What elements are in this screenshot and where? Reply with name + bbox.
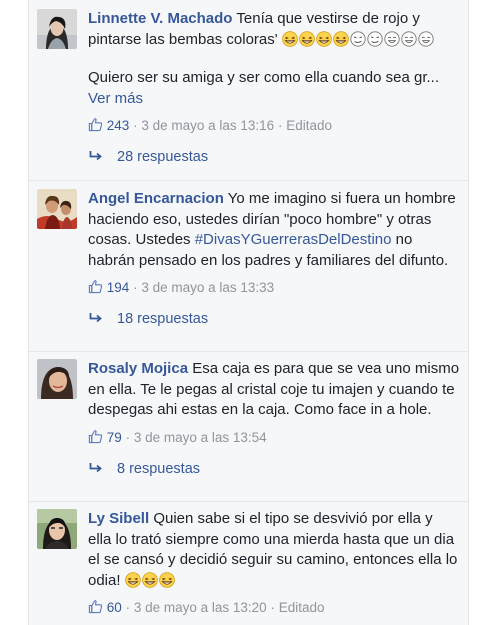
timestamp[interactable]: 3 de mayo a las 13:16 xyxy=(141,118,274,133)
like-count[interactable]: 60 xyxy=(107,600,122,615)
timestamp[interactable]: 3 de mayo a las 13:20 xyxy=(134,600,267,615)
comment-meta: 60 · 3 de mayo a las 13:20 · Editado xyxy=(88,599,460,617)
like-count[interactable]: 79 xyxy=(107,430,122,445)
like-icon[interactable] xyxy=(88,599,103,614)
comment-item: Linnette V. Machado Tenía que vestirse d… xyxy=(37,9,460,169)
comment-text: Ly Sibell Quien sabe si el tipo se desvi… xyxy=(88,509,460,591)
hashtag-link[interactable]: #DivasYGuerrerasDelDestino xyxy=(195,231,392,248)
comment-body: Angel Encarnacion Yo me imagino si fuera… xyxy=(88,189,460,330)
separator: · xyxy=(125,429,131,445)
separator: · xyxy=(133,118,138,133)
like-count[interactable]: 194 xyxy=(107,280,130,295)
author-name[interactable]: Linnette V. Machado xyxy=(88,10,232,27)
replies-count[interactable]: 18 respuestas xyxy=(117,311,208,327)
like-count[interactable]: 243 xyxy=(107,118,130,133)
separator: · xyxy=(133,280,138,295)
avatar[interactable] xyxy=(37,509,77,549)
reply-arrow-icon xyxy=(89,310,103,322)
comment-text-continued: Quiero ser su amiga y ser como ella cuan… xyxy=(88,68,460,109)
author-name[interactable]: Angel Encarnacion xyxy=(88,190,224,207)
comment-body: Rosaly Mojica Esa caja es para que se ve… xyxy=(88,359,460,479)
grinning-squint-icon xyxy=(125,572,141,588)
grinning-squint-icon xyxy=(282,31,298,47)
comment-body: Ly Sibell Quien sabe si el tipo se desvi… xyxy=(88,509,460,617)
grinning-squint-icon xyxy=(142,572,158,588)
laughing-face-icon xyxy=(384,31,400,47)
reply-arrow-icon xyxy=(89,460,103,472)
see-more-link[interactable]: Ver más xyxy=(88,90,143,107)
replies-count[interactable]: 28 respuestas xyxy=(117,149,208,165)
grinning-squint-icon xyxy=(333,31,349,47)
comment-body: Linnette V. Machado Tenía que vestirse d… xyxy=(88,9,460,168)
grinning-squint-icon xyxy=(316,31,332,47)
comment-text: Angel Encarnacion Yo me imagino si fuera… xyxy=(88,189,460,271)
divider xyxy=(29,351,468,352)
view-replies-link[interactable]: 28 respuestas xyxy=(88,147,460,168)
view-replies-link[interactable]: 18 respuestas xyxy=(88,309,460,330)
separator: · xyxy=(270,600,275,615)
divider xyxy=(29,501,468,502)
comment-meta: 243 · 3 de mayo a las 13:16 · Editado xyxy=(88,117,460,135)
smirk-face-icon xyxy=(367,31,383,47)
comment-text: Rosaly Mojica Esa caja es para que se ve… xyxy=(88,359,460,421)
avatar[interactable] xyxy=(37,359,77,399)
avatar[interactable] xyxy=(37,9,77,49)
edited-label[interactable]: Editado xyxy=(286,118,332,133)
like-icon[interactable] xyxy=(88,117,103,132)
separator: · xyxy=(277,118,283,133)
grinning-squint-icon xyxy=(159,572,175,588)
comment-message-2: Quiero ser su amiga y ser como ella cuan… xyxy=(88,69,440,86)
view-replies-link[interactable]: 8 respuestas xyxy=(88,459,460,480)
timestamp[interactable]: 3 de mayo a las 13:33 xyxy=(141,280,274,295)
like-icon[interactable] xyxy=(88,429,103,444)
like-icon[interactable] xyxy=(88,279,103,294)
grinning-squint-icon xyxy=(299,31,315,47)
separator: · xyxy=(125,600,131,615)
comment-meta: 79 · 3 de mayo a las 13:54 xyxy=(88,429,460,447)
author-name[interactable]: Ly Sibell xyxy=(88,510,149,527)
laughing-face-icon xyxy=(418,31,434,47)
comment-text: Linnette V. Machado Tenía que vestirse d… xyxy=(88,9,460,50)
author-name[interactable]: Rosaly Mojica xyxy=(88,360,188,377)
edited-label[interactable]: Editado xyxy=(279,600,325,615)
smirk-face-icon xyxy=(350,31,366,47)
laughing-face-icon xyxy=(401,31,417,47)
reply-arrow-icon xyxy=(89,148,103,160)
comment-meta: 194 · 3 de mayo a las 13:33 xyxy=(88,279,460,297)
timestamp[interactable]: 3 de mayo a las 13:54 xyxy=(134,430,267,445)
replies-count[interactable]: 8 respuestas xyxy=(117,461,200,477)
comments-panel: Linnette V. Machado Tenía que vestirse d… xyxy=(28,0,469,625)
avatar[interactable] xyxy=(37,189,77,229)
divider xyxy=(29,180,468,181)
